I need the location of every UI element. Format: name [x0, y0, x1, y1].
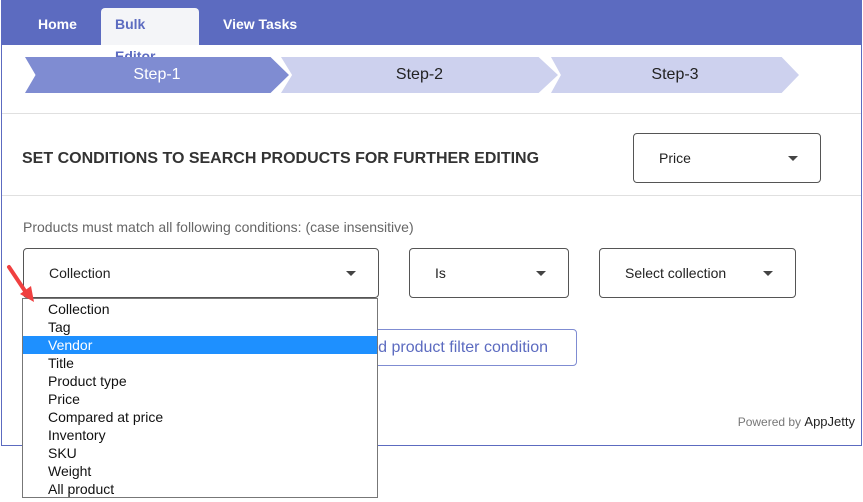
option-all-product[interactable]: All product — [23, 480, 377, 498]
annotation-arrow-icon — [7, 265, 34, 302]
powered-by-text: Powered by — [737, 415, 802, 429]
option-tag[interactable]: Tag — [23, 318, 377, 336]
top-nav: Home Bulk Editor View Tasks — [2, 0, 861, 64]
step-2: Step-2 — [281, 57, 558, 93]
chevron-down-icon — [788, 156, 798, 161]
tab-view-tasks[interactable]: View Tasks — [209, 8, 311, 45]
condition-value-select[interactable]: Select collection — [599, 248, 796, 298]
condition-value-value: Select collection — [625, 265, 727, 281]
conditions-label: Products must match all following condit… — [23, 219, 414, 235]
option-inventory[interactable]: Inventory — [23, 426, 377, 444]
option-compared-at-price[interactable]: Compared at price — [23, 408, 377, 426]
condition-operator-select[interactable]: Is — [409, 248, 569, 298]
option-price[interactable]: Price — [23, 390, 377, 408]
option-sku[interactable]: SKU — [23, 444, 377, 462]
tab-home[interactable]: Home — [24, 8, 91, 45]
option-title[interactable]: Title — [23, 354, 377, 372]
step-3: Step-3 — [551, 57, 799, 93]
condition-field-dropdown-list[interactable]: Collection Tag Vendor Title Product type… — [22, 298, 378, 498]
option-vendor[interactable]: Vendor — [23, 336, 377, 354]
condition-operator-value: Is — [435, 265, 446, 281]
field-select[interactable]: Price — [633, 133, 821, 183]
page-title: SET CONDITIONS TO SEARCH PRODUCTS FOR FU… — [22, 150, 540, 167]
option-product-type[interactable]: Product type — [23, 372, 377, 390]
divider — [2, 113, 861, 114]
field-select-value: Price — [659, 150, 691, 166]
chevron-down-icon — [346, 271, 356, 276]
chevron-down-icon — [763, 271, 773, 276]
condition-field-value: Collection — [49, 265, 111, 281]
option-collection[interactable]: Collection — [23, 300, 377, 318]
divider — [2, 195, 861, 196]
step-1: Step-1 — [25, 57, 289, 93]
brand-name: AppJetty — [804, 414, 855, 429]
tab-bulk-editor[interactable]: Bulk Editor — [101, 8, 199, 64]
powered-by: Powered by AppJetty — [738, 414, 855, 429]
chevron-down-icon — [536, 271, 546, 276]
condition-field-select[interactable]: Collection — [23, 248, 379, 298]
option-weight[interactable]: Weight — [23, 462, 377, 480]
